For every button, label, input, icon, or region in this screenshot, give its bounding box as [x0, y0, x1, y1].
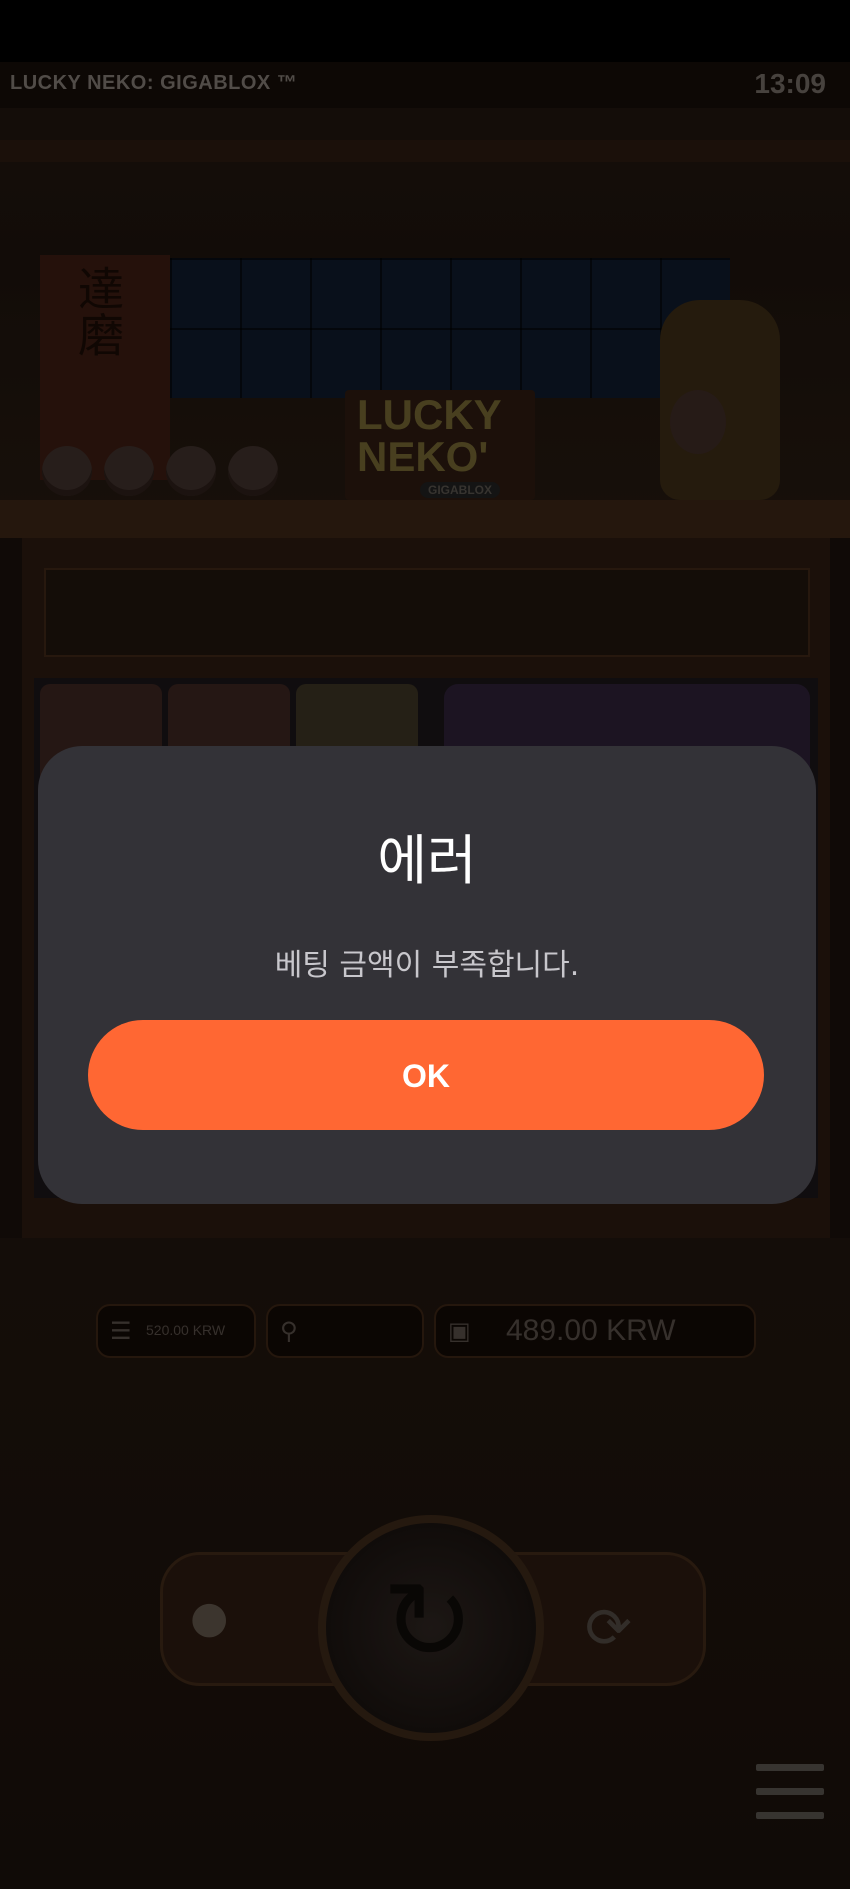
error-dialog: 에러 베팅 금액이 부족합니다. OK [38, 746, 816, 1204]
game-screen: LUCKY NEKO: GIGABLOX ™ 13:09 達磨 LUCKY NE… [0, 0, 850, 1889]
ok-button-label: OK [402, 1058, 450, 1094]
dialog-title: 에러 [377, 829, 477, 892]
dialog-message: 베팅 금액이 부족합니다. [274, 948, 580, 983]
ok-button[interactable]: OK [88, 1020, 764, 1130]
